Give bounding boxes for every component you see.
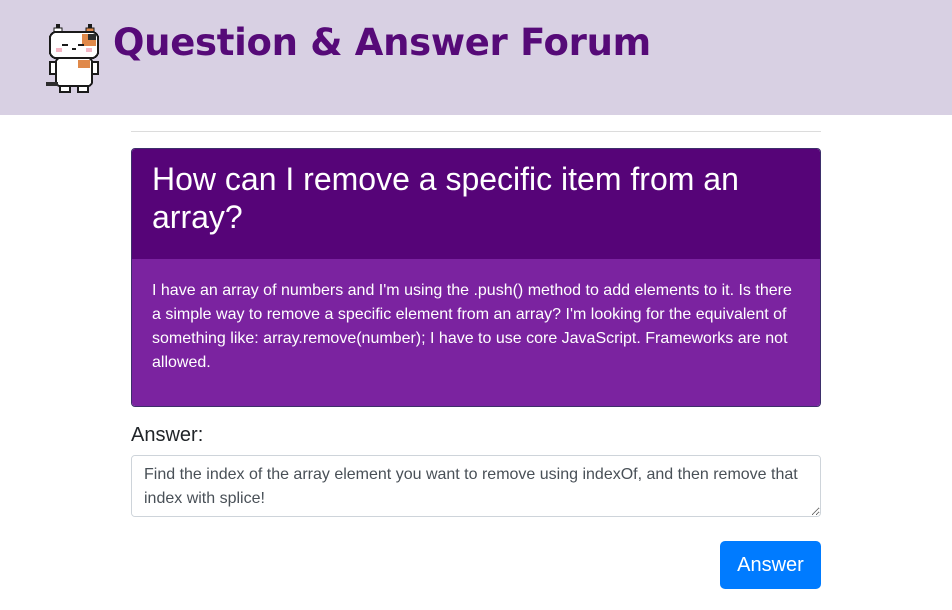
question-card: How can I remove a specific item from an… bbox=[131, 148, 821, 407]
divider bbox=[131, 131, 821, 132]
question-title: How can I remove a specific item from an… bbox=[152, 161, 739, 235]
answer-button[interactable]: Answer bbox=[720, 541, 821, 589]
question-body: I have an array of numbers and I'm using… bbox=[132, 259, 820, 406]
answer-textarea[interactable]: Find the index of the array element you … bbox=[131, 455, 821, 517]
site-header: Question & Answer Forum bbox=[0, 0, 952, 115]
answer-label: Answer: bbox=[131, 424, 204, 446]
question-text: I have an array of numbers and I'm using… bbox=[152, 282, 792, 371]
pixel-cat-icon bbox=[46, 24, 99, 93]
site-title: Question & Answer Forum bbox=[113, 21, 651, 64]
question-header: How can I remove a specific item from an… bbox=[132, 149, 820, 259]
